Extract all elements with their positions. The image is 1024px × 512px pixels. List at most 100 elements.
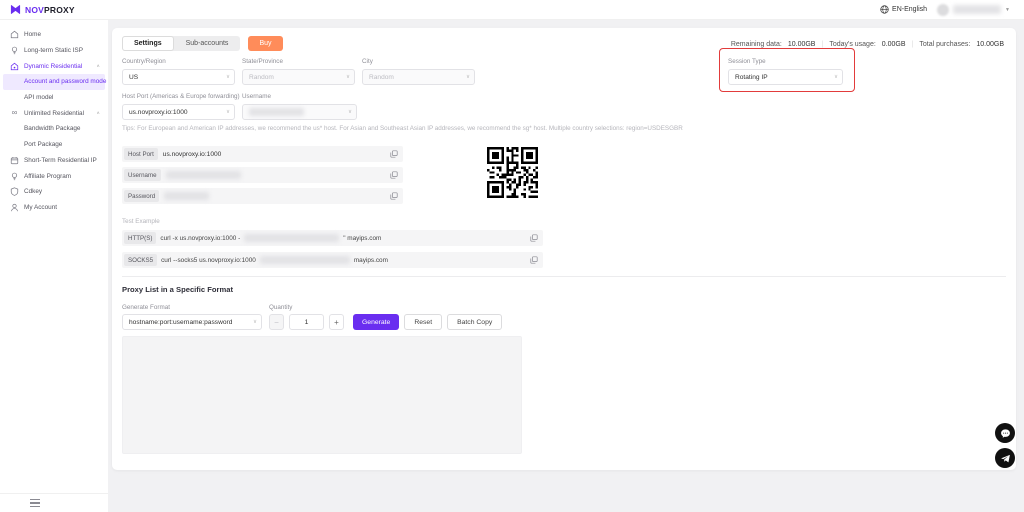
username-row: Username [122,167,403,183]
chevron-down-icon: ▼ [1005,7,1010,13]
copy-icon[interactable] [390,150,398,158]
generate-format-select[interactable]: hostname:port:username:password∨ [122,314,262,330]
sidebar-item-port-package[interactable]: Port Package [0,137,108,153]
https-example-row: HTTP(S) curl -x us.novproxy.io:1000 - " … [122,230,543,246]
username-chip: Username [124,169,161,181]
novproxy-logo-icon [10,4,21,15]
section-divider [122,276,1006,277]
state-label: State/Province [242,58,355,65]
sidebar-item-short-term-residential[interactable]: Short-Term Residential IP [0,153,108,169]
credentials-redacted [260,256,350,264]
sidebar-item-api-model[interactable]: API model [0,90,108,106]
globe-icon [880,5,889,14]
session-type-label: Session Type [728,58,843,65]
country-label: Country/Region [122,58,235,65]
username-redacted [166,171,241,179]
curl-command-suffix: mayips.com [354,257,388,264]
session-type-select[interactable]: Rotating IP∨ [728,69,843,85]
stat-value: 10.00GB [788,41,816,48]
stat-label: Remaining data: [731,41,782,48]
sidebar-item-unlimited-residential[interactable]: ∞ Unlimited Residential ∧ [0,105,108,121]
shield-icon [10,187,19,196]
quantity-label: Quantity [269,304,292,311]
sidebar-item-cdkey[interactable]: Cdkey [0,184,108,200]
chevron-down-icon: ∨ [348,109,352,115]
quantity-decrease-button[interactable]: − [269,314,284,330]
password-row: Password [122,188,403,204]
chevron-down-icon: ∨ [466,74,470,80]
buy-button[interactable]: Buy [248,36,282,51]
stat-label: Today's usage: [829,41,875,48]
user-icon [10,203,19,212]
sidebar-item-affiliate-program[interactable]: Affiliate Program [0,168,108,184]
house-icon [10,62,19,71]
generated-proxy-output[interactable] [122,336,522,454]
socks5-chip: SOCKS5 [124,254,157,266]
host-port-label: Host Port (Americas & Europe forwarding) [122,93,235,100]
state-select[interactable]: Random∨ [242,69,355,85]
chat-bubble-icon [1000,428,1011,439]
tab-settings[interactable]: Settings [122,36,174,51]
stat-value: 10.00GB [976,41,1004,48]
quantity-increase-button[interactable]: + [329,314,344,330]
stat-label: Total purchases: [919,41,970,48]
sidebar-item-my-account[interactable]: My Account [0,200,108,216]
sidebar-item-home[interactable]: Home [0,27,108,43]
tips-text: Tips: For European and American IP addre… [122,125,683,132]
home-icon [10,30,19,39]
host-port-value: us.novproxy.io:1000 [163,151,222,158]
city-label: City [362,58,475,65]
generate-button[interactable]: Generate [353,314,399,330]
brand-logo[interactable]: NOVPROXY [10,4,75,15]
curl-command-suffix: " mayips.com [343,235,381,242]
chevron-down-icon: ∨ [226,74,230,80]
chevron-down-icon: ∨ [226,109,230,115]
city-select[interactable]: Random∨ [362,69,475,85]
live-chat-button[interactable] [995,423,1015,443]
credentials-redacted [244,234,339,242]
chevron-up-icon: ∧ [96,111,100,116]
quantity-input[interactable] [289,314,324,330]
sidebar-item-bandwidth-package[interactable]: Bandwidth Package [0,121,108,137]
mode-tabs: Settings Sub-accounts [122,36,240,51]
account-menu[interactable]: ▼ [937,4,1010,16]
collapse-sidebar-icon[interactable] [30,499,40,507]
https-chip: HTTP(S) [124,232,156,244]
password-chip: Password [124,190,159,202]
language-selector[interactable]: EN-English [880,5,927,14]
reset-button[interactable]: Reset [404,314,442,330]
host-port-row: Host Port us.novproxy.io:1000 [122,146,403,162]
telegram-button[interactable] [995,448,1015,468]
proxy-list-title: Proxy List in a Specific Format [122,285,233,294]
sidebar: Home Long-term Static ISP Dynamic Reside… [0,20,108,512]
batch-copy-button[interactable]: Batch Copy [447,314,502,330]
tab-sub-accounts[interactable]: Sub-accounts [174,36,241,51]
sidebar-item-account-password-mode[interactable]: Account and password mode [3,74,105,90]
sidebar-footer [0,493,108,512]
curl-command-prefix: curl -x us.novproxy.io:1000 - [160,235,240,242]
copy-icon[interactable] [390,171,398,179]
usage-stats: Remaining data:10.00GB | Today's usage:0… [731,41,1004,48]
username-label: Username [242,93,357,100]
calendar-icon [10,156,19,165]
avatar [937,4,949,16]
stat-value: 0.00GB [882,41,906,48]
host-port-chip: Host Port [124,148,158,160]
copy-icon[interactable] [530,234,538,242]
curl-command-prefix: curl --socks5 us.novproxy.io:1000 [161,257,256,264]
generate-format-label: Generate Format [122,304,170,311]
main-panel: Settings Sub-accounts Buy Remaining data… [112,28,1016,470]
copy-icon[interactable] [530,256,538,264]
host-port-select[interactable]: us.novproxy.io:1000∨ [122,104,235,120]
password-redacted [164,192,209,200]
copy-icon[interactable] [390,192,398,200]
bulb-icon [10,172,19,181]
country-select[interactable]: US∨ [122,69,235,85]
sidebar-item-dynamic-residential[interactable]: Dynamic Residential ∧ [0,58,108,74]
username-select[interactable]: ∨ [242,104,357,120]
telegram-icon [1000,453,1011,464]
chevron-down-icon: ∨ [346,74,350,80]
language-label: EN-English [892,6,927,13]
sidebar-item-longterm-static-isp[interactable]: Long-term Static ISP [0,43,108,59]
chevron-down-icon: ∨ [253,319,257,325]
